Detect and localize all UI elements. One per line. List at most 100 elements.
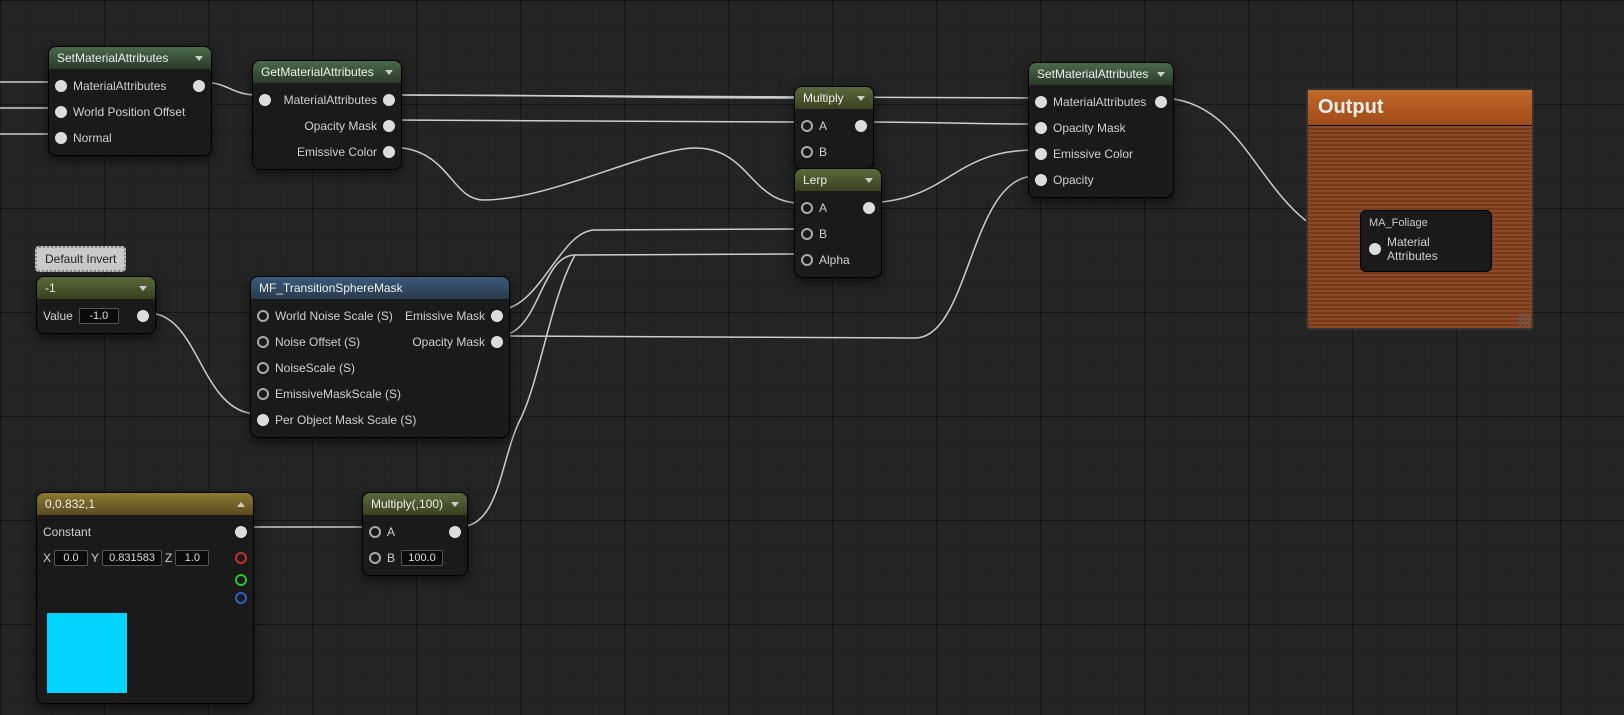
constant-label: Constant [43, 525, 91, 539]
pin-in[interactable] [1035, 122, 1047, 134]
pin-in[interactable] [257, 310, 269, 322]
pin-in[interactable] [257, 362, 269, 374]
value-input[interactable] [79, 308, 119, 324]
pin-out[interactable] [491, 310, 503, 322]
x-input[interactable] [54, 550, 88, 566]
node-header[interactable]: GetMaterialAttributes [253, 61, 401, 83]
param-tooltip: Default Invert [35, 246, 126, 272]
node-header[interactable]: SetMaterialAttributes [49, 47, 211, 69]
pin-in[interactable] [257, 388, 269, 400]
pin-in[interactable] [801, 146, 813, 158]
resize-handle-icon[interactable] [1518, 314, 1530, 326]
pin-in[interactable] [801, 254, 813, 266]
chevron-down-icon[interactable] [139, 286, 147, 291]
node-scalar-param[interactable]: -1 Value [36, 276, 156, 334]
x-label: X [43, 551, 51, 565]
chevron-down-icon[interactable] [1157, 72, 1165, 77]
pin-label: Opacity Mask [304, 119, 377, 133]
pin-out[interactable] [1155, 96, 1167, 108]
node-header[interactable]: Multiply(,100) [363, 493, 467, 515]
pin-out[interactable] [193, 80, 205, 92]
pin-in[interactable] [1035, 148, 1047, 160]
node-set-material-attributes-2[interactable]: SetMaterialAttributes MaterialAttributes… [1028, 62, 1174, 198]
pin-label: MaterialAttributes [284, 93, 377, 107]
pin-label: Opacity [1053, 173, 1094, 187]
chevron-down-icon[interactable] [865, 178, 873, 183]
pin-label: B [387, 551, 395, 565]
pin-label: Emissive Color [297, 145, 377, 159]
node-set-material-attributes-1[interactable]: SetMaterialAttributes MaterialAttributes… [48, 46, 212, 156]
pin-out-g[interactable] [235, 574, 247, 586]
node-header[interactable]: Lerp [795, 169, 881, 191]
pin-in[interactable] [369, 552, 381, 564]
node-lerp[interactable]: Lerp A B Alpha [794, 168, 882, 278]
pin-out[interactable] [383, 94, 395, 106]
pin-label: Noise Offset (S) [275, 335, 360, 349]
node-constant-vector[interactable]: 0,0.832,1 Constant X Y Z [36, 492, 254, 704]
output-inner-node[interactable]: MA_Foliage Material Attributes [1360, 210, 1492, 272]
z-label: Z [165, 551, 172, 565]
pin-label: Emissive Color [1053, 147, 1133, 161]
z-input[interactable] [175, 550, 209, 566]
node-title: SetMaterialAttributes [1037, 67, 1148, 81]
pin-in[interactable] [55, 80, 67, 92]
pin-out-b[interactable] [235, 592, 247, 604]
node-title: 0,0.832,1 [45, 497, 95, 511]
y-label: Y [91, 551, 99, 565]
pin-label: World Position Offset [73, 105, 185, 119]
node-header[interactable]: 0,0.832,1 [37, 493, 253, 515]
pin-in[interactable] [1035, 174, 1047, 186]
pin-in[interactable] [1035, 96, 1047, 108]
pin-label: B [819, 145, 827, 159]
pin-in[interactable] [801, 228, 813, 240]
pin-label: Emissive Mask [405, 309, 485, 323]
pin-in[interactable] [1369, 243, 1381, 255]
chevron-down-icon[interactable] [195, 56, 203, 61]
b-input[interactable] [401, 550, 443, 566]
pin-label: A [387, 525, 395, 539]
pin-in[interactable] [55, 106, 67, 118]
chevron-down-icon[interactable] [857, 96, 865, 101]
node-mf-transition-sphere-mask[interactable]: MF_TransitionSphereMask World Noise Scal… [250, 276, 510, 438]
y-input[interactable] [102, 550, 162, 566]
node-output[interactable]: Output MA_Foliage Material Attributes [1306, 88, 1534, 330]
pin-out[interactable] [137, 310, 149, 322]
pin-in[interactable] [55, 132, 67, 144]
pin-label: Alpha [819, 253, 850, 267]
value-label: Value [43, 309, 73, 323]
node-multiply[interactable]: Multiply A B [794, 86, 874, 170]
pin-out-r[interactable] [235, 552, 247, 564]
pin-label: Opacity Mask [412, 335, 485, 349]
chevron-up-icon[interactable] [237, 502, 245, 507]
pin-in[interactable] [259, 94, 271, 106]
pin-in[interactable] [257, 414, 269, 426]
pin-out[interactable] [491, 336, 503, 348]
pin-out[interactable] [235, 526, 247, 538]
pin-label: B [819, 227, 827, 241]
pin-in[interactable] [801, 202, 813, 214]
pin-label: A [819, 119, 827, 133]
pin-out[interactable] [383, 120, 395, 132]
chevron-down-icon[interactable] [451, 502, 459, 507]
node-title: MF_TransitionSphereMask [259, 281, 403, 295]
node-get-material-attributes[interactable]: GetMaterialAttributes MaterialAttributes… [252, 60, 402, 170]
pin-in[interactable] [369, 526, 381, 538]
pin-in[interactable] [801, 120, 813, 132]
node-header[interactable]: MF_TransitionSphereMask [251, 277, 509, 299]
pin-label: World Noise Scale (S) [275, 309, 393, 323]
pin-label: MaterialAttributes [1053, 95, 1146, 109]
node-header[interactable]: SetMaterialAttributes [1029, 63, 1173, 85]
chevron-down-icon[interactable] [385, 70, 393, 75]
pin-out[interactable] [449, 526, 461, 538]
pin-label: MaterialAttributes [73, 79, 166, 93]
pin-out[interactable] [383, 146, 395, 158]
pin-in[interactable] [257, 336, 269, 348]
node-multiply-100[interactable]: Multiply(,100) A B [362, 492, 468, 576]
pin-out[interactable] [855, 120, 867, 132]
output-title: Output [1308, 90, 1532, 126]
pin-out[interactable] [863, 202, 875, 214]
node-header[interactable]: -1 [37, 277, 155, 299]
node-header[interactable]: Multiply [795, 87, 873, 109]
color-swatch[interactable] [47, 613, 127, 693]
pin-label: Per Object Mask Scale (S) [275, 413, 416, 427]
